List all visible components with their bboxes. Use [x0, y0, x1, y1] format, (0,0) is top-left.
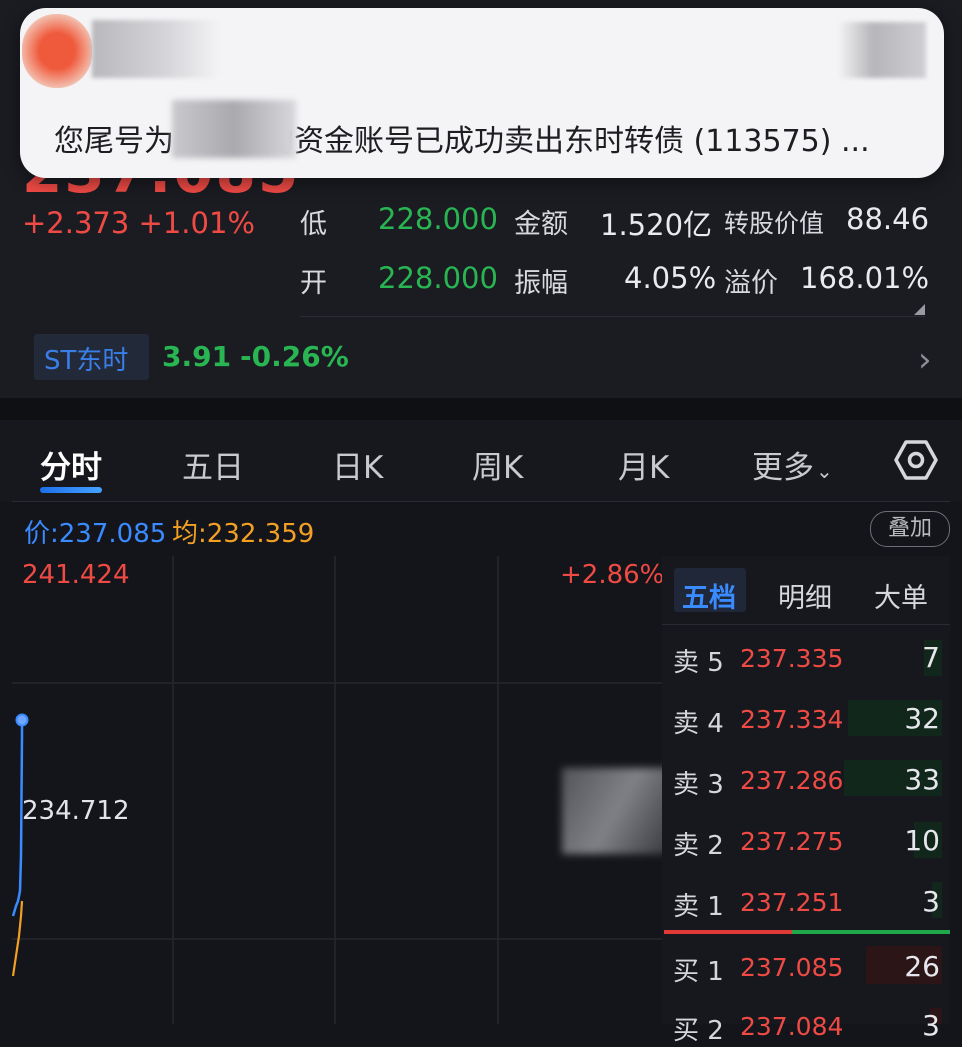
chart-top-pct: +2.86%: [560, 560, 665, 590]
open-label: 开: [300, 268, 327, 299]
bid-1-price: 237.085: [740, 953, 844, 982]
tab-five-day[interactable]: 五日: [182, 442, 244, 487]
conversion-value-label: 转股价值: [724, 209, 825, 238]
ask-3-volume: 33: [904, 763, 940, 796]
amplitude-value: 4.05%: [624, 261, 717, 295]
conversion-value: 88.46: [846, 202, 930, 236]
chart-mid-price: 234.712: [22, 796, 130, 826]
buy-sell-ratio-green: [792, 930, 950, 934]
settings-hexagon-icon[interactable]: [894, 438, 938, 482]
divider: [300, 316, 926, 317]
ask-2-label: 卖 2: [673, 831, 724, 861]
redacted-title: [92, 20, 220, 78]
ask-2-volume: 10: [904, 824, 940, 857]
expand-corner-icon[interactable]: [914, 304, 925, 315]
active-tab-underline: [40, 487, 102, 493]
bid-2-label: 买 2: [673, 1016, 724, 1046]
chevron-down-icon: ⌄: [816, 459, 833, 483]
section-gap: [0, 398, 962, 420]
redacted-time: [838, 22, 926, 78]
tab-monthly-k[interactable]: 月K: [618, 442, 669, 487]
overlay-button[interactable]: 叠加: [870, 511, 950, 547]
tab-daily-k[interactable]: 日K: [332, 442, 383, 487]
ask-1-volume: 3: [922, 885, 940, 918]
bid-2-price: 237.084: [740, 1012, 844, 1041]
price-change: +2.373 +1.01%: [22, 206, 255, 240]
ask-1-price: 237.251: [740, 888, 844, 917]
app-icon-redacted: [22, 14, 92, 88]
ask-2-price: 237.275: [740, 827, 844, 856]
ask-3-price: 237.286: [740, 766, 844, 795]
underlying-stock-change: -0.26%: [240, 340, 349, 373]
tab-intraday[interactable]: 分时: [40, 442, 102, 487]
premium-value: 168.01%: [800, 261, 930, 295]
underlying-stock-name[interactable]: ST东时: [44, 340, 128, 377]
ask-4-label: 卖 4: [673, 709, 724, 739]
premium-label: 溢价: [724, 268, 778, 299]
ask-5-price: 237.335: [740, 644, 844, 673]
bid-1-label: 买 1: [673, 957, 724, 987]
bid-1-volume: 26: [904, 950, 940, 983]
avg-readout-label: 均:: [172, 519, 207, 549]
redacted-account-number: [172, 100, 296, 158]
tab-weekly-k[interactable]: 周K: [472, 442, 523, 487]
ask-1-label: 卖 1: [673, 892, 724, 922]
ask-3-label: 卖 3: [673, 770, 724, 800]
price-readout-value: 237.085: [58, 519, 167, 549]
orderbook-tab-big-orders[interactable]: 大单: [874, 576, 928, 615]
chart-top-price: 241.424: [22, 560, 130, 590]
current-point: [15, 713, 29, 727]
orderbook-tab-five-levels[interactable]: 五档: [682, 576, 736, 615]
avg-readout-value: 232.359: [206, 519, 315, 549]
low-value: 228.000: [378, 202, 498, 236]
tabs-divider: [12, 501, 950, 502]
bid-2-volume: 3: [922, 1009, 940, 1042]
orderbook-divider: [662, 624, 950, 625]
buy-sell-ratio-red: [664, 930, 792, 934]
ask-5-label: 卖 5: [673, 648, 724, 678]
chevron-right-icon[interactable]: ›: [918, 340, 932, 380]
redaction-scribble: [562, 768, 670, 854]
open-value: 228.000: [378, 261, 498, 295]
price-readout-label: 价:: [24, 519, 59, 549]
amount-label: 金额: [514, 209, 568, 240]
amount-value: 1.520亿: [600, 208, 713, 242]
avg-readout: 均:232.359: [172, 513, 314, 550]
tab-more[interactable]: 更多 ⌄: [752, 442, 833, 487]
price-readout: 价:237.085: [24, 513, 166, 550]
underlying-stock-price: 3.91: [162, 340, 232, 373]
orderbook-tab-details[interactable]: 明细: [778, 576, 832, 615]
amplitude-label: 振幅: [514, 268, 568, 299]
ask-4-volume: 32: [904, 702, 940, 735]
ask-5-volume: 7: [922, 641, 940, 674]
low-label: 低: [300, 209, 327, 240]
ask-4-price: 237.334: [740, 705, 844, 734]
tab-more-label: 更多: [752, 450, 814, 486]
